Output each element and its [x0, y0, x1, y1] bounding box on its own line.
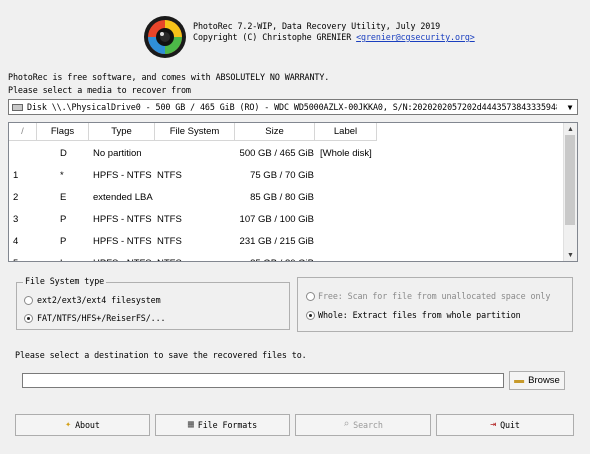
row-num: 3	[13, 214, 19, 225]
file-formats-label: File Formats	[197, 420, 258, 430]
exit-icon: ⇥	[490, 419, 497, 430]
filesystem-group-title: File System type	[23, 276, 107, 286]
column-header-size[interactable]: Size	[235, 123, 315, 141]
disk-icon	[12, 104, 23, 111]
media-select[interactable]: Disk \\.\PhysicalDrive0 - 500 GB / 465 G…	[8, 99, 578, 115]
row-num: 2	[13, 192, 19, 203]
row-label: [Whole disk]	[320, 148, 372, 159]
browse-label: Browse	[528, 375, 560, 386]
grid-icon: ▦	[187, 419, 194, 430]
table-row[interactable]: 3 P HPFS - NTFS NTFS 107 GB / 100 GiB	[9, 209, 566, 231]
column-header-type[interactable]: Type	[89, 123, 155, 141]
column-header-num[interactable]: /	[9, 123, 37, 141]
row-num: 5	[13, 253, 18, 261]
table-row[interactable]: D No partition 500 GB / 465 GiB [Whole d…	[9, 143, 566, 165]
row-type: HPFS - NTFS	[93, 253, 152, 261]
row-size: 231 GB / 215 GiB	[239, 236, 314, 247]
radio-ext-filesystem[interactable]	[24, 296, 33, 305]
row-fs: NTFS	[157, 253, 182, 261]
radio-fat-label[interactable]: FAT/NTFS/HFS+/ReiserFS/...	[37, 313, 166, 323]
row-flags: *	[60, 170, 64, 181]
radio-ext-label[interactable]: ext2/ext3/ext4 filesystem	[37, 295, 161, 305]
copyright-text: Copyright (C) Christophe GRENIER	[193, 32, 352, 42]
radio-fat-filesystem[interactable]	[24, 314, 33, 323]
destination-prompt: Please select a destination to save the …	[15, 350, 307, 360]
column-header-label[interactable]: Label	[315, 123, 377, 141]
radio-free-label[interactable]: Free: Scan for file from unallocated spa…	[318, 291, 550, 301]
about-button[interactable]: ✦ About	[15, 414, 150, 436]
row-flags: L	[60, 253, 65, 261]
row-fs: NTFS	[157, 236, 182, 247]
row-flags: E	[60, 192, 67, 203]
header-text: PhotoRec 7.2-WIP, Data Recovery Utility,…	[193, 21, 475, 43]
license-notice: PhotoRec is free software, and comes wit…	[8, 72, 330, 82]
photorec-logo-icon	[144, 16, 186, 58]
email-link[interactable]: <grenier@cgsecurity.org>	[356, 32, 475, 42]
row-fs: NTFS	[157, 214, 182, 225]
row-num: 1	[13, 170, 19, 181]
file-formats-button[interactable]: ▦ File Formats	[155, 414, 290, 436]
quit-button[interactable]: ⇥ Quit	[436, 414, 574, 436]
row-type: HPFS - NTFS	[93, 170, 152, 181]
row-size: 500 GB / 465 GiB	[239, 148, 314, 159]
about-label: About	[75, 420, 100, 430]
row-size: 85 GB / 80 GiB	[250, 192, 314, 203]
notice: PhotoRec is free software, and comes wit…	[8, 71, 329, 97]
folder-icon: ▬	[514, 374, 525, 386]
search-label: Search	[353, 420, 383, 430]
row-num: 4	[13, 236, 19, 247]
select-media-prompt: Please select a media to recover from	[8, 85, 191, 95]
row-size: 85 GB / 80 GiB	[250, 253, 314, 261]
table-row[interactable]: 4 P HPFS - NTFS NTFS 231 GB / 215 GiB	[9, 231, 566, 253]
scroll-down-icon[interactable]: ▼	[564, 249, 577, 261]
search-icon: ⌕	[343, 419, 350, 430]
row-size: 107 GB / 100 GiB	[239, 214, 314, 225]
media-select-value: Disk \\.\PhysicalDrive0 - 500 GB / 465 G…	[27, 102, 557, 112]
filesystem-type-group: File System type ext2/ext3/ext4 filesyst…	[16, 276, 290, 330]
copyright-line: Copyright (C) Christophe GRENIER <grenie…	[193, 32, 475, 43]
row-fs: NTFS	[157, 170, 182, 181]
column-header-file-system[interactable]: File System	[155, 123, 235, 141]
row-type: HPFS - NTFS	[93, 236, 152, 247]
row-type: extended LBA	[93, 192, 153, 203]
scroll-up-icon[interactable]: ▲	[564, 123, 577, 135]
column-header-flags[interactable]: Flags	[37, 123, 89, 141]
radio-free-space[interactable]	[306, 292, 315, 301]
row-flags: D	[60, 148, 67, 159]
partition-table[interactable]: / Flags Type File System Size Label D No…	[8, 122, 578, 262]
row-size: 75 GB / 70 GiB	[250, 170, 314, 181]
table-row[interactable]: 2 E extended LBA 85 GB / 80 GiB	[9, 187, 566, 209]
row-flags: P	[60, 236, 67, 247]
table-scrollbar[interactable]: ▲ ▼	[563, 123, 577, 261]
star-icon: ✦	[65, 419, 72, 430]
row-type: HPFS - NTFS	[93, 214, 152, 225]
scrollbar-thumb[interactable]	[565, 135, 575, 225]
scan-scope-group: Free: Scan for file from unallocated spa…	[297, 277, 573, 332]
browse-button[interactable]: ▬ Browse	[509, 371, 565, 390]
destination-path-input[interactable]	[22, 373, 504, 388]
search-button[interactable]: ⌕ Search	[295, 414, 431, 436]
table-row[interactable]: 5 L HPFS - NTFS NTFS 85 GB / 80 GiB	[9, 253, 566, 261]
dropdown-arrow-icon[interactable]: ▼	[563, 100, 577, 114]
quit-label: Quit	[500, 420, 520, 430]
table-row[interactable]: 1 * HPFS - NTFS NTFS 75 GB / 70 GiB	[9, 165, 566, 187]
app-title: PhotoRec 7.2-WIP, Data Recovery Utility,…	[193, 21, 441, 31]
row-flags: P	[60, 214, 67, 225]
radio-whole-partition[interactable]	[306, 311, 315, 320]
radio-whole-label[interactable]: Whole: Extract files from whole partitio…	[318, 310, 521, 320]
row-type: No partition	[93, 148, 142, 159]
